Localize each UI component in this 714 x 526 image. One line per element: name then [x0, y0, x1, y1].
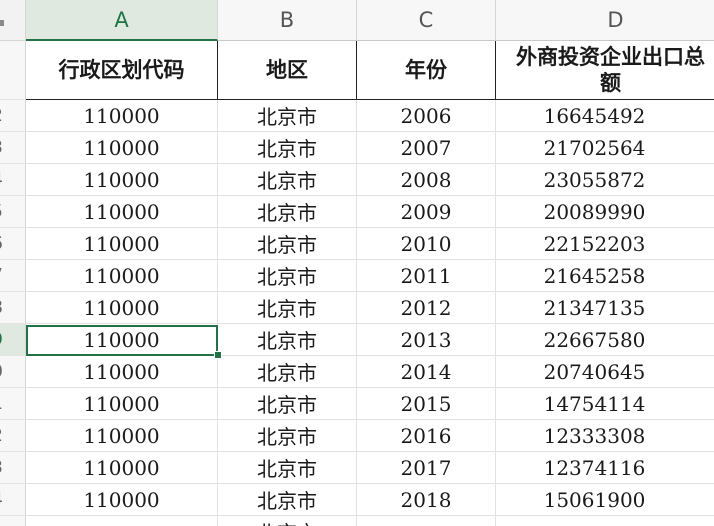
cell-code[interactable]: 110000	[26, 388, 218, 420]
cell-year[interactable]: 2018	[357, 484, 496, 516]
cell-region[interactable]: 北京市	[218, 260, 357, 292]
row-header[interactable]: 9	[0, 324, 26, 356]
cell-region[interactable]: 北京市	[218, 132, 357, 164]
cell-export[interactable]: 20089990	[496, 196, 714, 228]
cell-region[interactable]: 北京市	[218, 356, 357, 388]
cell-code[interactable]: 110000	[26, 260, 218, 292]
cell-region[interactable]: 北京市	[218, 452, 357, 484]
cell-code[interactable]: 110000	[26, 484, 218, 516]
cell-export[interactable]: 21702564	[496, 132, 714, 164]
cell-region[interactable]: 北京市	[218, 196, 357, 228]
row-header[interactable]: 4	[0, 164, 26, 196]
cell-region[interactable]: 北京市	[218, 388, 357, 420]
cell-year[interactable]: 2013	[357, 324, 496, 356]
cell-export[interactable]: 21645258	[496, 260, 714, 292]
cell-export[interactable]: 23055872	[496, 164, 714, 196]
cell-export[interactable]: 14754114	[496, 388, 714, 420]
row-header[interactable]	[0, 516, 26, 526]
cell-b1-header[interactable]: 地区	[218, 41, 357, 100]
column-header-c[interactable]: C	[357, 0, 496, 41]
cell-code[interactable]: 110000	[26, 132, 218, 164]
cell-region[interactable]: 北京市	[218, 228, 357, 260]
cell-region[interactable]: 北京市	[218, 484, 357, 516]
column-header-d[interactable]: D	[496, 0, 714, 41]
cell-code[interactable]: 110000	[26, 100, 218, 132]
cell-export[interactable]: 12333308	[496, 420, 714, 452]
cell-code[interactable]: 110000	[26, 356, 218, 388]
cell-year[interactable]: 2014	[357, 356, 496, 388]
column-header-b[interactable]: B	[218, 0, 357, 41]
cell-year[interactable]: 2007	[357, 132, 496, 164]
cell-code[interactable]: 110000	[26, 420, 218, 452]
cell-code[interactable]: 110000	[26, 228, 218, 260]
cell-region[interactable]: 北京市	[218, 324, 357, 356]
row-header[interactable]: 7	[0, 260, 26, 292]
cell-code[interactable]	[26, 516, 218, 526]
column-header-bar: A B C D	[0, 0, 714, 41]
cell-code[interactable]: 110000	[26, 164, 218, 196]
cell-year[interactable]: 2009	[357, 196, 496, 228]
cell-region[interactable]: 北京市	[218, 164, 357, 196]
select-all-corner[interactable]	[0, 0, 26, 41]
row-header[interactable]: 11	[0, 388, 26, 420]
cell-region[interactable]: 北京市	[218, 292, 357, 324]
cell-code[interactable]: 110000	[26, 196, 218, 228]
cell-year[interactable]: 2010	[357, 228, 496, 260]
row-header-1[interactable]	[0, 41, 26, 100]
cell-c1-header[interactable]: 年份	[357, 41, 496, 100]
row-header[interactable]: 6	[0, 228, 26, 260]
cell-code[interactable]: 110000	[26, 452, 218, 484]
cell-export[interactable]: 22667580	[496, 324, 714, 356]
cell-year[interactable]: 2012	[357, 292, 496, 324]
row-header[interactable]: 10	[0, 356, 26, 388]
row-header[interactable]: 8	[0, 292, 26, 324]
select-all-icon	[0, 20, 4, 26]
spreadsheet-grid[interactable]: A B C D 行政区划代码 地区 年份 外商投资企业出口总额 2110000北…	[0, 0, 714, 526]
cell-year[interactable]: 2011	[357, 260, 496, 292]
row-header[interactable]: 5	[0, 196, 26, 228]
column-header-a[interactable]: A	[26, 0, 218, 41]
cell-year[interactable]: 2017	[357, 452, 496, 484]
cell-year[interactable]: 2016	[357, 420, 496, 452]
cell-export[interactable]: 12374116	[496, 452, 714, 484]
cell-export[interactable]: 20740645	[496, 356, 714, 388]
cell-export[interactable]	[496, 516, 714, 526]
cell-d1-header[interactable]: 外商投资企业出口总额	[496, 41, 714, 100]
row-header[interactable]: 2	[0, 100, 26, 132]
cell-region[interactable]: 北京市	[218, 100, 357, 132]
cell-code[interactable]: 110000	[26, 292, 218, 324]
row-header[interactable]: 14	[0, 484, 26, 516]
cell-export[interactable]: 21347135	[496, 292, 714, 324]
cell-export[interactable]: 16645492	[496, 100, 714, 132]
cell-year[interactable]: 2006	[357, 100, 496, 132]
cell-code[interactable]: 110000	[26, 324, 218, 356]
cell-region[interactable]: 北京市	[218, 420, 357, 452]
cell-year[interactable]: 2015	[357, 388, 496, 420]
cell-region[interactable]: 北京市	[218, 516, 357, 526]
row-header[interactable]: 12	[0, 420, 26, 452]
cell-year[interactable]: 2008	[357, 164, 496, 196]
row-header[interactable]: 3	[0, 132, 26, 164]
cell-a1-header[interactable]: 行政区划代码	[26, 41, 218, 100]
cell-export[interactable]: 15061900	[496, 484, 714, 516]
fill-handle[interactable]	[214, 351, 222, 359]
cell-export[interactable]: 22152203	[496, 228, 714, 260]
row-header[interactable]: 13	[0, 452, 26, 484]
cell-year[interactable]	[357, 516, 496, 526]
